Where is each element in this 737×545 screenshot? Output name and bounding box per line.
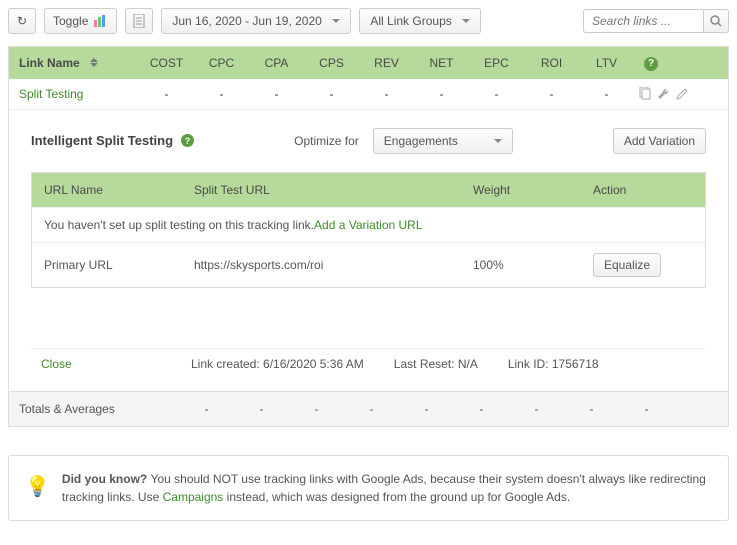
did-you-know-tip: 💡 Did you know? You should NOT use track… (8, 455, 729, 521)
tip-title: Did you know? (62, 472, 151, 486)
header-cps[interactable]: CPS (304, 56, 359, 70)
sort-icon (90, 58, 98, 67)
header-roi[interactable]: ROI (524, 56, 579, 70)
detail-title: Intelligent Split Testing (31, 133, 173, 148)
table-header: Link Name COST CPC CPA CPS REV NET EPC R… (9, 47, 728, 79)
header-cpa[interactable]: CPA (249, 56, 304, 70)
add-variation-link[interactable]: Add a Variation URL (314, 218, 423, 232)
tot-7: - (564, 402, 619, 416)
toggle-button[interactable]: Toggle (44, 8, 117, 34)
primary-url: https://skysports.com/roi (194, 258, 473, 272)
h-testurl: Split Test URL (194, 183, 473, 197)
primary-action: Equalize (593, 253, 693, 277)
empty-msg: You haven't set up split testing on this… (44, 218, 314, 232)
refresh-button[interactable]: ↻ (8, 8, 36, 34)
tot-5: - (454, 402, 509, 416)
copy-icon[interactable] (638, 87, 651, 100)
search-wrap (583, 9, 729, 33)
document-button[interactable] (125, 8, 153, 34)
header-cpc[interactable]: CPC (194, 56, 249, 70)
pencil-icon[interactable] (676, 87, 689, 100)
chevron-down-icon (494, 139, 502, 143)
primary-url-row: Primary URL https://skysports.com/roi 10… (32, 242, 705, 287)
tot-6: - (509, 402, 564, 416)
variations-header: URL Name Split Test URL Weight Action (32, 173, 705, 207)
search-icon (710, 15, 722, 27)
link-created: Link created: 6/16/2020 5:36 AM (191, 357, 364, 371)
row-epc: - (469, 87, 524, 101)
totals-label: Totals & Averages (19, 402, 179, 416)
date-range-label: Jun 16, 2020 - Jun 19, 2020 (172, 14, 321, 28)
row-cpa: - (249, 87, 304, 101)
header-link-name[interactable]: Link Name (19, 56, 139, 70)
campaigns-link[interactable]: Campaigns (163, 490, 224, 504)
row-cpc: - (194, 87, 249, 101)
chevron-down-icon (462, 19, 470, 23)
link-groups-label: All Link Groups (370, 14, 451, 28)
row-actions (634, 87, 689, 100)
bars-icon (94, 15, 108, 27)
detail-header: Intelligent Split Testing ? Optimize for… (31, 128, 706, 154)
header-cost[interactable]: COST (139, 56, 194, 70)
add-variation-button[interactable]: Add Variation (613, 128, 706, 154)
tip-body2: instead, which was designed from the gro… (223, 490, 570, 504)
row-ltv: - (579, 87, 634, 101)
header-net[interactable]: NET (414, 56, 469, 70)
search-input[interactable] (583, 9, 703, 33)
refresh-icon: ↻ (17, 14, 27, 28)
toggle-label: Toggle (53, 14, 88, 28)
optimize-dropdown[interactable]: Engagements (373, 128, 513, 154)
tip-text: Did you know? You should NOT use trackin… (62, 470, 712, 506)
top-toolbar: ↻ Toggle Jun 16, 2020 - Jun 19, 2020 All… (8, 8, 729, 34)
close-link[interactable]: Close (41, 357, 161, 371)
variations-table: URL Name Split Test URL Weight Action Yo… (31, 172, 706, 288)
search-button[interactable] (703, 9, 729, 33)
tot-3: - (344, 402, 399, 416)
h-urlname: URL Name (44, 183, 194, 197)
help-icon[interactable]: ? (181, 134, 194, 147)
link-id: Link ID: 1756718 (508, 357, 599, 371)
help-icon: ? (644, 57, 658, 71)
equalize-button[interactable]: Equalize (593, 253, 661, 277)
tot-8: - (619, 402, 674, 416)
lightbulb-icon: 💡 (25, 472, 50, 502)
row-cost: - (139, 87, 194, 101)
last-reset: Last Reset: N/A (394, 357, 478, 371)
link-groups-dropdown[interactable]: All Link Groups (359, 8, 480, 34)
h-action: Action (593, 183, 693, 197)
chevron-down-icon (332, 19, 340, 23)
document-icon (133, 14, 145, 28)
wrench-icon[interactable] (657, 87, 670, 100)
totals-row: Totals & Averages - - - - - - - - - (9, 391, 728, 426)
table-row: Split Testing - - - - - - - - - (9, 79, 728, 110)
tot-1: - (234, 402, 289, 416)
main-panel: Link Name COST CPC CPA CPS REV NET EPC R… (8, 46, 729, 427)
date-range-dropdown[interactable]: Jun 16, 2020 - Jun 19, 2020 (161, 8, 351, 34)
header-rev[interactable]: REV (359, 56, 414, 70)
primary-name: Primary URL (44, 258, 194, 272)
header-ltv[interactable]: LTV (579, 56, 634, 70)
row-net: - (414, 87, 469, 101)
tot-2: - (289, 402, 344, 416)
row-cps: - (304, 87, 359, 101)
tot-4: - (399, 402, 454, 416)
detail-panel: Intelligent Split Testing ? Optimize for… (9, 110, 728, 391)
h-weight: Weight (473, 183, 593, 197)
row-rev: - (359, 87, 414, 101)
row-link-name[interactable]: Split Testing (19, 87, 139, 101)
header-epc[interactable]: EPC (469, 56, 524, 70)
empty-state-row: You haven't set up split testing on this… (32, 207, 705, 242)
detail-footer: Close Link created: 6/16/2020 5:36 AM La… (31, 348, 706, 379)
header-help[interactable]: ? (634, 55, 664, 71)
optimize-value: Engagements (384, 134, 458, 148)
primary-weight: 100% (473, 258, 593, 272)
optimize-label: Optimize for (294, 134, 359, 148)
row-roi: - (524, 87, 579, 101)
tot-0: - (179, 402, 234, 416)
